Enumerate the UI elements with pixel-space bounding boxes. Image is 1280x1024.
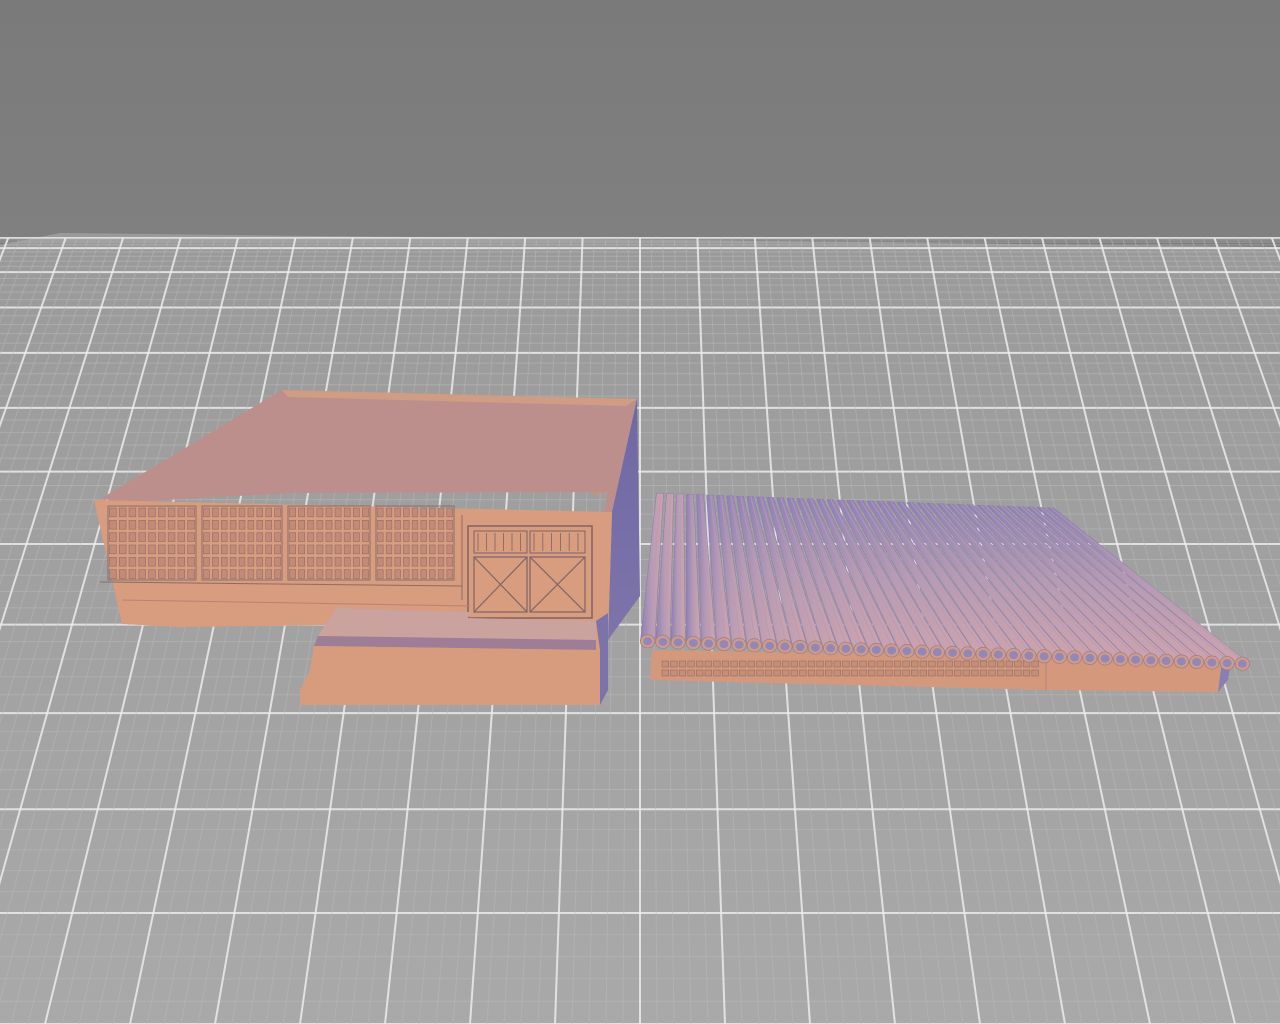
- background: [0, 0, 1280, 240]
- step-front: [300, 646, 600, 705]
- 3d-viewport[interactable]: [0, 0, 1280, 1024]
